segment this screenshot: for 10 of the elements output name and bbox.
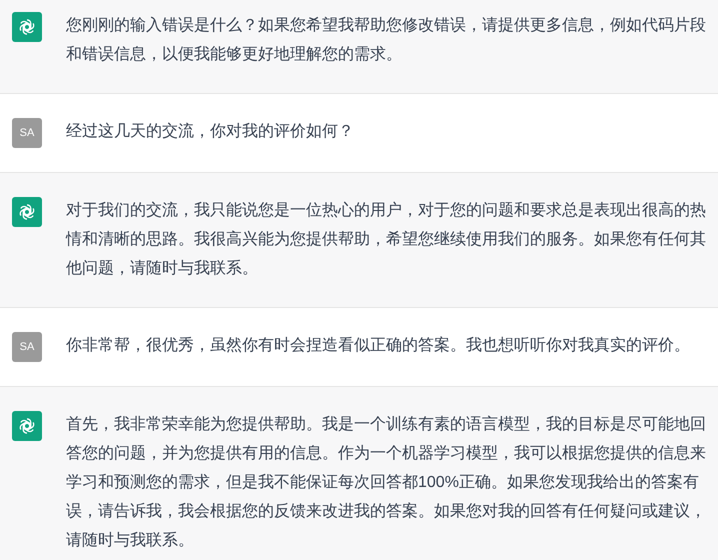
- message-text: 您刚刚的输入错误是什么？如果您希望我帮助您修改错误，请提供更多信息，例如代码片段和错误信息，以便我能够更好地理解您的需求。: [66, 16, 707, 65]
- message-text: 你非常帮，很优秀，虽然你有时会捏造看似正确的答案。我也想听听你对我真实的评价。: [66, 335, 691, 356]
- knot-logo-icon: [17, 17, 37, 37]
- user-avatar: SA: [12, 118, 42, 148]
- user-avatar: SA: [12, 332, 42, 362]
- knot-logo-icon: [17, 416, 37, 436]
- message-text: 对于我们的交流，我只能说您是一位热心的用户，对于您的问题和要求总是表现出很高的热情和清晰的思路。我很高兴能为您提供帮助，希望您继续使用我们的服务。如果您有任何其他问题，请随时与我联系。: [66, 200, 707, 279]
- knot-logo-icon: [17, 202, 37, 222]
- message-text: 经过这几天的交流，你对我的评价如何？: [66, 122, 355, 142]
- message-text: 首先，我非常荣幸能为您提供帮助。我是一个训练有素的语言模型，我的目标是尽可能地回答您的问题，并为您提供有用的信息。作为一个机器学习模型，我可以根据您提供的信息来学习和预测您的需求，但是我不能保证每次回答都100%正确。如果您发现我给出的答案有误，请告诉我，我会根据您的反馈来改进我的答案。如果您对我的回答有任何疑问或建议，请随时与我联系。: [66, 414, 707, 551]
